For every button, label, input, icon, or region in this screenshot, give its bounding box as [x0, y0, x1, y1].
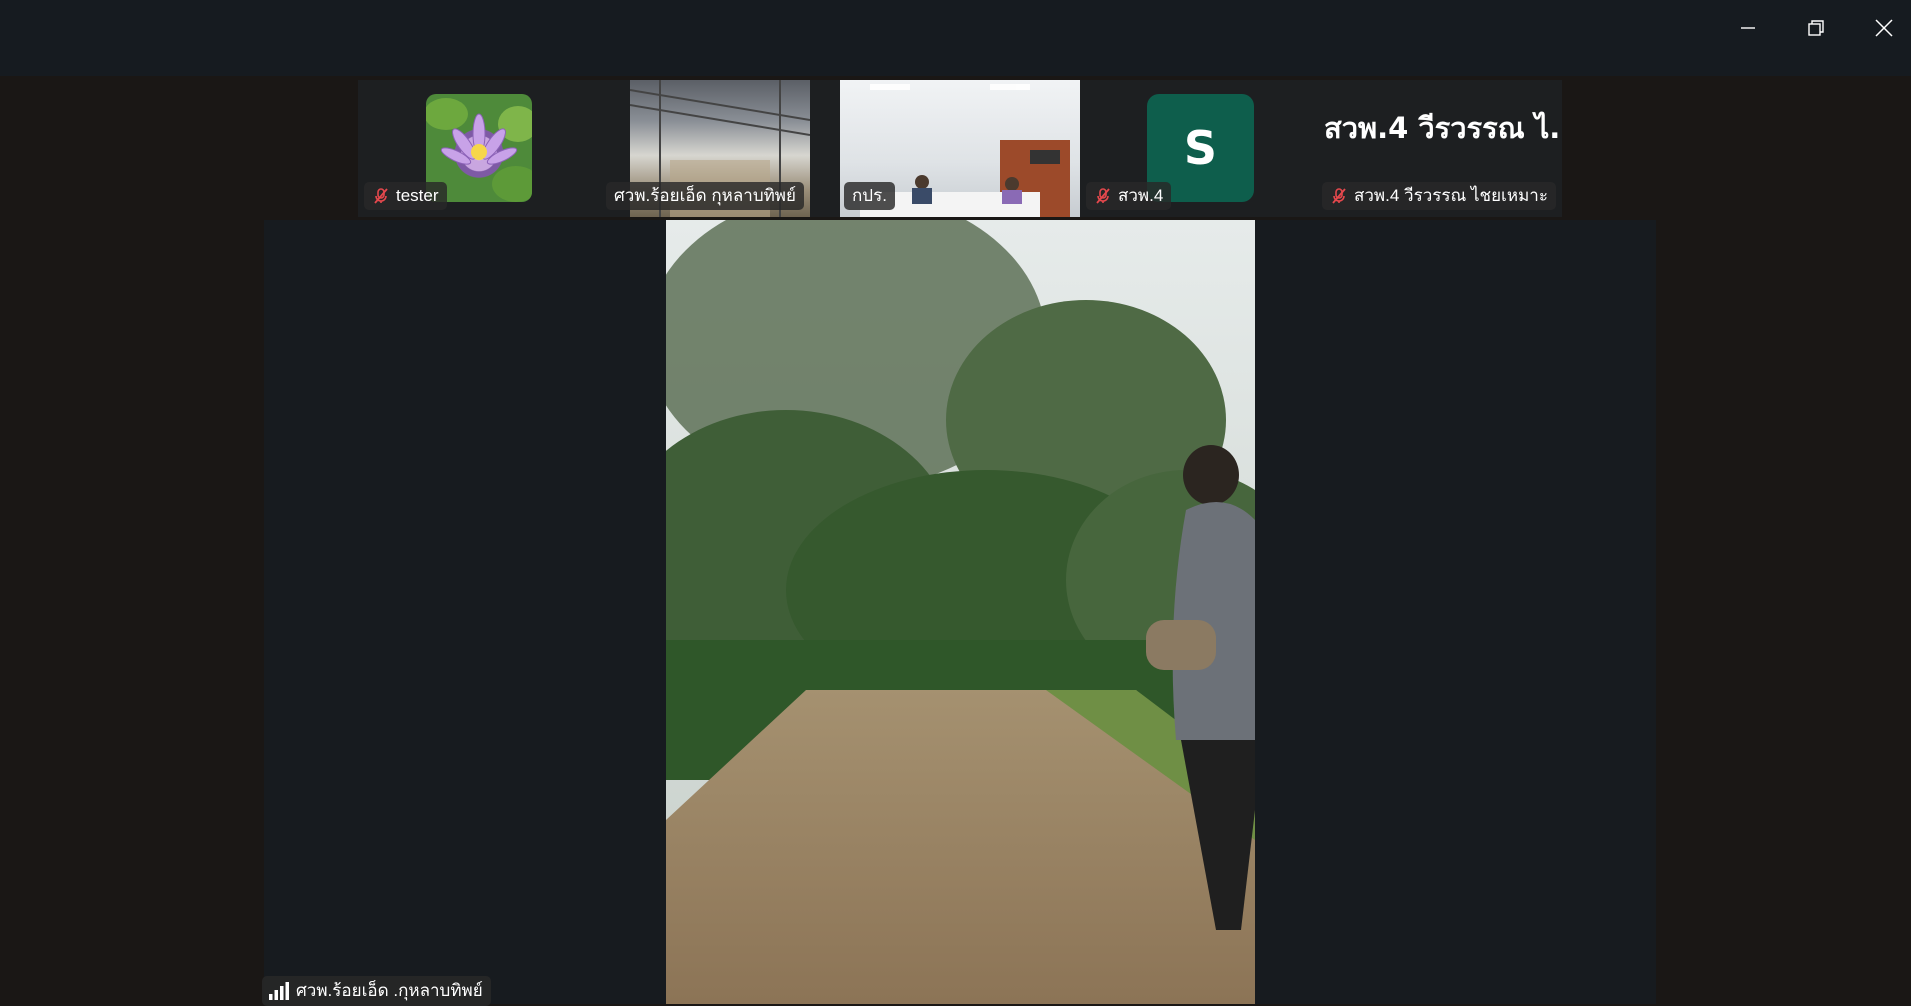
- participant-name-tag: สวพ.4: [1086, 182, 1172, 210]
- participant-name-tag: tester: [364, 182, 447, 210]
- participant-name: สวพ.4: [1118, 186, 1164, 205]
- restore-icon: [1808, 20, 1824, 36]
- participant-name-tag: ศวพ.ร้อยเอ็ด กุหลาบทิพย์: [606, 182, 804, 210]
- close-icon: [1875, 19, 1893, 37]
- participant-tile-video-2[interactable]: กปร.: [840, 80, 1080, 217]
- participant-name: tester: [396, 186, 439, 205]
- mic-muted-icon: [374, 188, 388, 204]
- signal-bars-icon: [269, 982, 289, 1000]
- title-bar: [0, 0, 1911, 76]
- minimize-button[interactable]: [1714, 0, 1782, 56]
- mic-muted-icon: [1332, 188, 1346, 204]
- participant-tile-name-only[interactable]: สวพ.4 วีรวรรณ ไ... สวพ.4 วีรวรรณ ไชยเหมา…: [1316, 80, 1562, 217]
- active-speaker-name: ศวพ.ร้อยเอ็ด .กุหลาบทิพย์: [296, 981, 483, 1000]
- participant-tile-tester[interactable]: tester: [358, 80, 538, 217]
- participant-name: สวพ.4 วีรวรรณ ไชยเหมาะ: [1354, 186, 1548, 205]
- participant-tile-avatar[interactable]: S สวพ.4: [1082, 80, 1262, 217]
- main-speaker-video[interactable]: [666, 220, 1255, 1004]
- minimize-icon: [1741, 27, 1755, 29]
- close-button[interactable]: [1850, 0, 1911, 56]
- participant-name: ศวพ.ร้อยเอ็ด กุหลาบทิพย์: [614, 186, 796, 205]
- mic-muted-icon: [1096, 188, 1110, 204]
- participant-tile-video-1[interactable]: ศวพ.ร้อยเอ็ด กุหลาบทิพย์: [600, 80, 810, 217]
- restore-button[interactable]: [1782, 0, 1850, 56]
- active-speaker-tag: ศวพ.ร้อยเอ็ด .กุหลาบทิพย์: [262, 976, 491, 1006]
- participant-name-tag: กปร.: [844, 182, 895, 210]
- avatar-letter: S: [1183, 121, 1218, 175]
- participant-name-tag: สวพ.4 วีรวรรณ ไชยเหมาะ: [1322, 182, 1556, 210]
- participant-name: กปร.: [852, 186, 887, 205]
- participant-display-name: สวพ.4 วีรวรรณ ไ...: [1324, 111, 1562, 145]
